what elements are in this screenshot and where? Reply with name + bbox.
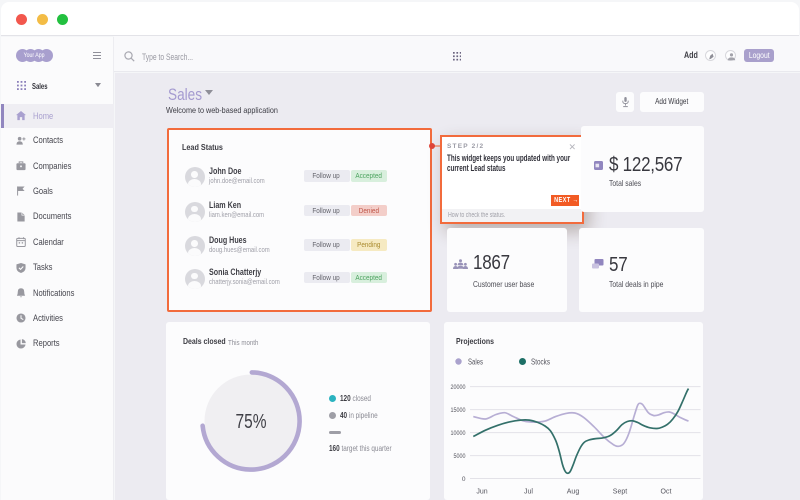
svg-text:Stocks: Stocks bbox=[531, 358, 550, 367]
svg-text:0: 0 bbox=[462, 476, 466, 483]
svg-text:75%: 75% bbox=[236, 411, 267, 433]
svg-text:Oct: Oct bbox=[661, 489, 672, 496]
svg-text:20000: 20000 bbox=[451, 384, 466, 391]
svg-text:Jun: Jun bbox=[476, 489, 487, 496]
svg-text:10000: 10000 bbox=[451, 430, 466, 437]
svg-text:Jul: Jul bbox=[524, 489, 533, 496]
svg-text:15000: 15000 bbox=[451, 407, 466, 414]
svg-text:Aug: Aug bbox=[567, 489, 580, 496]
svg-text:Sales: Sales bbox=[468, 358, 483, 367]
svg-text:Sept: Sept bbox=[613, 489, 627, 496]
svg-text:5000: 5000 bbox=[454, 453, 466, 460]
